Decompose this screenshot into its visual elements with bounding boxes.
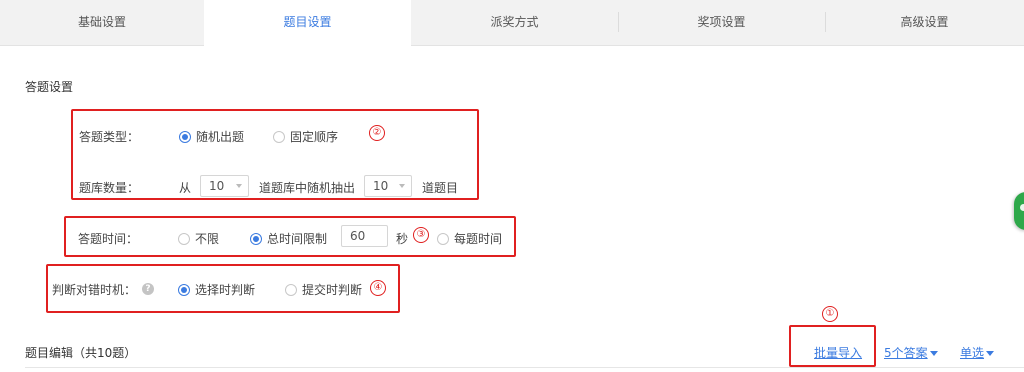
annotation-number-2: ② bbox=[369, 125, 385, 141]
tab-prize-method[interactable]: 派奖方式 bbox=[411, 0, 618, 46]
tab-label: 派奖方式 bbox=[490, 15, 539, 29]
annotation-box-question-settings bbox=[71, 109, 479, 200]
caret-down-icon bbox=[986, 351, 995, 356]
dropdown-label: 单选 bbox=[960, 346, 985, 360]
batch-import-link[interactable]: 批量导入 bbox=[814, 344, 862, 361]
tab-label: 高级设置 bbox=[900, 15, 949, 29]
annotation-number-4: ④ bbox=[370, 280, 386, 296]
annotation-box-answer-time bbox=[64, 216, 516, 257]
question-type-dropdown[interactable]: 单选 bbox=[960, 344, 995, 361]
caret-down-icon bbox=[929, 351, 938, 356]
tab-label: 奖项设置 bbox=[697, 15, 746, 29]
answers-count-dropdown[interactable]: 5个答案 bbox=[884, 344, 938, 361]
section-title: 答题设置 bbox=[25, 80, 74, 94]
tab-award-settings[interactable]: 奖项设置 bbox=[618, 0, 825, 46]
annotation-number-3: ③ bbox=[413, 227, 429, 243]
tab-label: 基础设置 bbox=[77, 15, 126, 29]
tab-question-settings[interactable]: 题目设置 bbox=[204, 0, 411, 47]
annotation-box-judge-timing bbox=[46, 264, 400, 313]
tab-label: 题目设置 bbox=[283, 15, 332, 29]
question-list-title: 题目编辑（共10题） bbox=[25, 346, 137, 360]
tab-basic-settings[interactable]: 基础设置 bbox=[0, 0, 204, 46]
divider bbox=[25, 367, 1024, 368]
floating-service-icon[interactable] bbox=[1014, 192, 1024, 230]
dropdown-label: 5个答案 bbox=[884, 346, 928, 360]
tab-advanced-settings[interactable]: 高级设置 bbox=[825, 0, 1024, 46]
tab-bar: 基础设置 题目设置 派奖方式 奖项设置 高级设置 bbox=[0, 0, 1024, 47]
annotation-number-1: ① bbox=[822, 306, 838, 322]
